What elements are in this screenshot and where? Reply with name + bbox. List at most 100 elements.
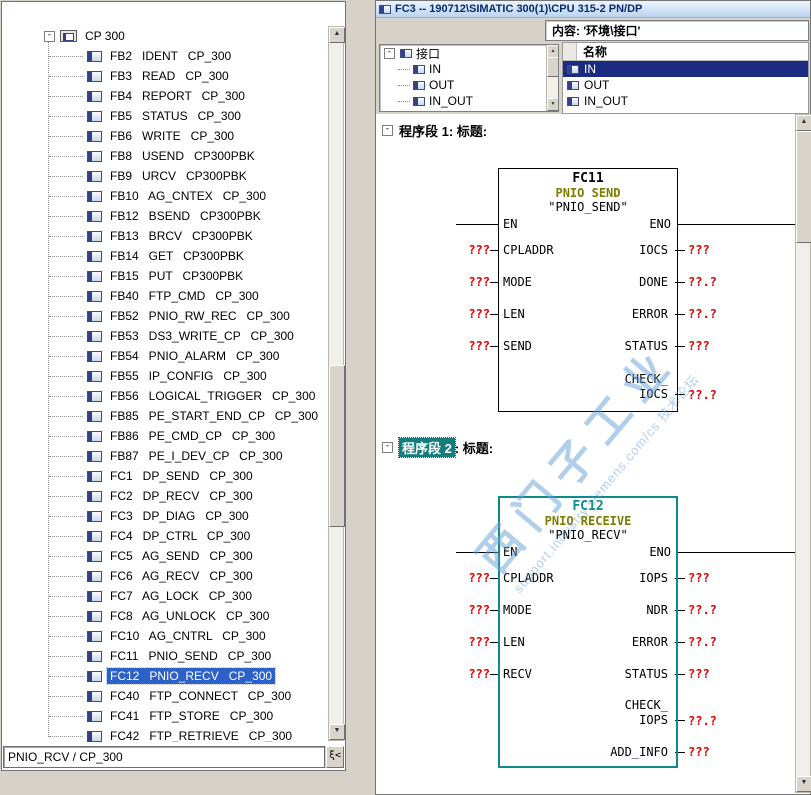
tree-item[interactable]: FB4 REPORT CP_300: [2, 86, 327, 106]
pin-value-right[interactable]: ??.?: [685, 388, 796, 402]
block-pin-row: EN ENO: [456, 214, 796, 234]
pin-value-right[interactable]: ???: [685, 571, 796, 585]
pin-value-right[interactable]: ???: [685, 745, 796, 759]
name-cell: IN: [584, 62, 596, 76]
tree-item[interactable]: FC40 FTP_CONNECT CP_300: [2, 686, 327, 706]
tree-item[interactable]: FB52 PNIO_RW_REC CP_300: [2, 306, 327, 326]
network-2-title[interactable]: : 标题:: [455, 438, 493, 457]
pin-value-left[interactable]: ???: [456, 667, 490, 681]
fbd-block-fc12[interactable]: FC12 PNIO RECEIVE "PNIO_RECV" EN ENO ???…: [456, 496, 796, 768]
tree-item[interactable]: FB3 READ CP_300: [2, 66, 327, 86]
interface-tree-item[interactable]: IN_OUT: [380, 93, 558, 109]
tree-item[interactable]: FC6 AG_RECV CP_300: [2, 566, 327, 586]
tree-item-label: FC10 AG_CNTRL CP_300: [110, 629, 266, 643]
network-1-title[interactable]: : 标题:: [449, 121, 487, 140]
scroll-up-icon[interactable]: ▲: [329, 27, 345, 43]
tree-connector: [49, 275, 83, 277]
pin-value-left[interactable]: ???: [456, 339, 490, 353]
tree-item[interactable]: FC2 DP_RECV CP_300: [2, 486, 327, 506]
editor-scrollbar[interactable]: ▲ ▼: [795, 114, 811, 793]
scroll-down-icon[interactable]: ▼: [329, 724, 345, 740]
tree-item[interactable]: FC10 AG_CNTRL CP_300: [2, 626, 327, 646]
tree-item-label: FB52 PNIO_RW_REC CP_300: [110, 309, 290, 323]
tree-item[interactable]: FB8 USEND CP300PBK: [2, 146, 327, 166]
tree-item[interactable]: FB10 AG_CNTEX CP_300: [2, 186, 327, 206]
tree-item[interactable]: FC12 PNIO_RECV CP_300: [2, 666, 327, 686]
tree-connector: [49, 655, 83, 657]
pin-value-right[interactable]: ???: [685, 339, 796, 353]
tree-item[interactable]: FB55 IP_CONFIG CP_300: [2, 366, 327, 386]
network-2-number[interactable]: 程序段 2: [398, 436, 456, 458]
tree-root-label: CP 300: [85, 29, 125, 43]
tree-item[interactable]: FC1 DP_SEND CP_300: [2, 466, 327, 486]
scroll-down-icon[interactable]: ▼: [547, 98, 558, 111]
pin-value-left[interactable]: ???: [456, 635, 490, 649]
tree-item[interactable]: FB86 PE_CMD_CP CP_300: [2, 426, 327, 446]
interface-icon: [413, 96, 425, 106]
filter-icon[interactable]: ξ<: [326, 746, 344, 768]
pin-value-right[interactable]: ??.?: [685, 275, 796, 289]
selected-block-field[interactable]: PNIO_RCV / CP_300: [3, 746, 325, 768]
tree-item[interactable]: FC42 FTP_RETRIEVE CP_300: [2, 726, 327, 742]
tree-item[interactable]: FC8 AG_UNLOCK CP_300: [2, 606, 327, 626]
pin-value-right[interactable]: ???: [685, 243, 796, 257]
tree-item[interactable]: FC7 AG_LOCK CP_300: [2, 586, 327, 606]
pin-label-right: ENO: [649, 216, 671, 231]
tree-item[interactable]: FC41 FTP_STORE CP_300: [2, 706, 327, 726]
interface-root[interactable]: - 接口: [380, 45, 558, 61]
collapse-icon[interactable]: -: [382, 124, 393, 136]
pin-value-right[interactable]: ???: [685, 667, 796, 681]
pin-value-left[interactable]: ???: [456, 275, 490, 289]
scrollbar-thumb[interactable]: [547, 57, 558, 77]
block-icon: [87, 610, 102, 622]
block-symbol-name: "PNIO_SEND": [548, 200, 628, 214]
collapse-icon[interactable]: -: [382, 441, 393, 453]
pin-value-right[interactable]: ??.?: [685, 714, 796, 728]
tree-item[interactable]: FB6 WRITE CP_300: [2, 126, 327, 146]
interface-tree-item[interactable]: OUT: [380, 77, 558, 93]
tree-item[interactable]: FC5 AG_SEND CP_300: [2, 546, 327, 566]
pin-value-left[interactable]: ???: [456, 603, 490, 617]
tree-root-cp300[interactable]: - CP 300: [2, 26, 327, 46]
pin-value-right[interactable]: ??.?: [685, 635, 796, 649]
name-table-row[interactable]: IN_OUT: [563, 93, 808, 109]
tree-item[interactable]: FB85 PE_START_END_CP CP_300: [2, 406, 327, 426]
fbd-block-fc11[interactable]: FC11 PNIO SEND "PNIO_SEND" EN ENO ??? CP…: [456, 168, 796, 412]
pin-value-right[interactable]: ??.?: [685, 307, 796, 321]
interface-tree-item[interactable]: IN: [380, 61, 558, 77]
tree-item[interactable]: FB2 IDENT CP_300: [2, 46, 327, 66]
collapse-icon[interactable]: -: [384, 47, 395, 59]
pin-value-left[interactable]: ???: [456, 243, 490, 257]
tree-item[interactable]: FB14 GET CP300PBK: [2, 246, 327, 266]
tree-item[interactable]: FB5 STATUS CP_300: [2, 106, 327, 126]
tree-item[interactable]: FB54 PNIO_ALARM CP_300: [2, 346, 327, 366]
tree-item[interactable]: FB12 BSEND CP300PBK: [2, 206, 327, 226]
network-1-number[interactable]: 程序段 1: [399, 121, 449, 140]
tree-item[interactable]: FB53 DS3_WRITE_CP CP_300: [2, 326, 327, 346]
tree-item-label: FC1 DP_SEND CP_300: [110, 469, 253, 483]
scroll-down-icon[interactable]: ▼: [796, 776, 811, 792]
tree-item[interactable]: FB9 URCV CP300PBK: [2, 166, 327, 186]
tree-item[interactable]: FB40 FTP_CMD CP_300: [2, 286, 327, 306]
tree-scrollbar[interactable]: ▲ ▼: [328, 26, 345, 741]
tree-item[interactable]: FB13 BRCV CP300PBK: [2, 226, 327, 246]
pin-value-left[interactable]: ???: [456, 571, 490, 585]
tree-item[interactable]: FB56 LOGICAL_TRIGGER CP_300: [2, 386, 327, 406]
tree-item[interactable]: FC11 PNIO_SEND CP_300: [2, 646, 327, 666]
scrollbar-thumb[interactable]: [796, 131, 811, 243]
block-pin-rows: EN ENO ??? CPLADDR IOCS ??? ??? MODE DON…: [456, 214, 796, 412]
scroll-up-icon[interactable]: ▲: [796, 115, 811, 131]
tree-item[interactable]: FB15 PUT CP300PBK: [2, 266, 327, 286]
pin-value-left[interactable]: ???: [456, 307, 490, 321]
tree-item[interactable]: FB87 PE_I_DEV_CP CP_300: [2, 446, 327, 466]
tree-item[interactable]: FC3 DP_DIAG CP_300: [2, 506, 327, 526]
tree-connector: [49, 195, 83, 197]
interface-scrollbar[interactable]: ▲ ▼: [546, 45, 558, 111]
editor-titlebar[interactable]: FC3 -- 190712\SIMATIC 300(1)\CPU 315-2 P…: [376, 1, 810, 18]
pin-value-right[interactable]: ??.?: [685, 603, 796, 617]
scrollbar-thumb[interactable]: [329, 365, 345, 527]
name-table-row[interactable]: IN: [563, 61, 808, 77]
collapse-icon[interactable]: -: [44, 30, 55, 42]
name-table-row[interactable]: OUT: [563, 77, 808, 93]
tree-item[interactable]: FC4 DP_CTRL CP_300: [2, 526, 327, 546]
